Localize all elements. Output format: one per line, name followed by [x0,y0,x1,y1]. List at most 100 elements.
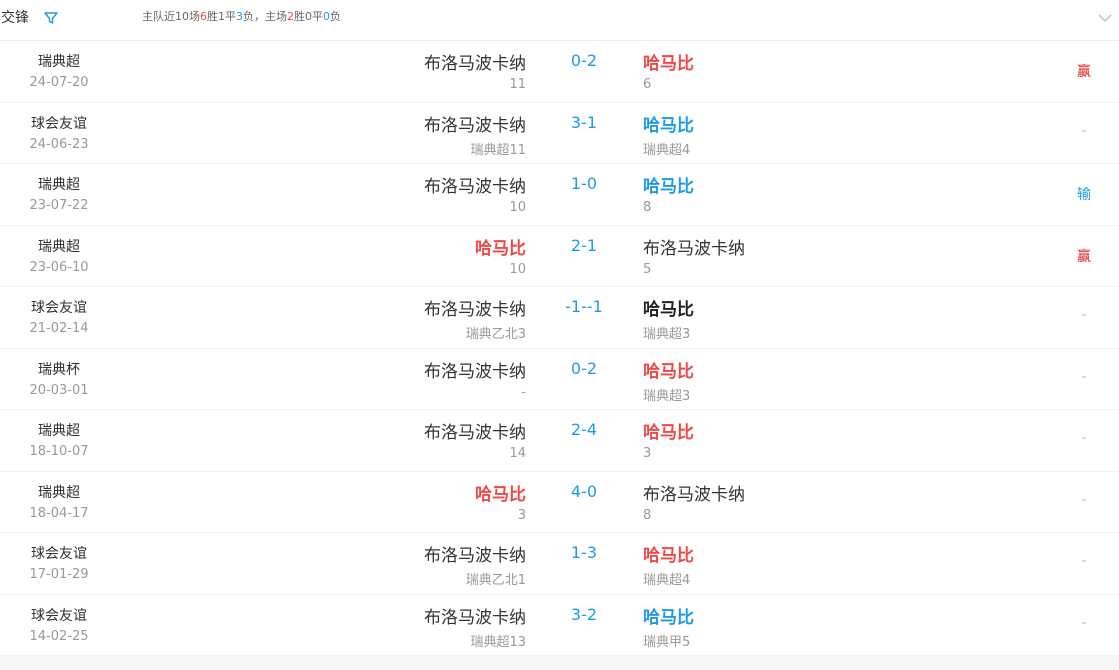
match-date: 20-03-01 [29,382,89,398]
away-team: 哈马比 [643,607,694,628]
losses-count: 3 [236,10,243,23]
league-label: 瑞典超 [38,238,80,255]
league-label: 瑞典杯 [38,361,80,378]
away-team-rank: 瑞典超4 [643,142,691,158]
match-row[interactable]: 瑞典超 23-06-10 哈马比 10 2-1 布洛马波卡纳 5 赢 [0,226,1119,287]
away-team-rank: 5 [643,261,652,277]
match-date: 18-04-17 [29,505,89,521]
match-row[interactable]: 瑞典超 18-04-17 哈马比 3 4-0 布洛马波卡纳 8 - [0,472,1119,533]
match-result: - [1081,553,1087,569]
away-team: 哈马比 [643,361,694,382]
match-row[interactable]: 瑞典超 23-07-22 布洛马波卡纳 10 1-0 哈马比 8 输 [0,164,1119,226]
home-team-rank: 14 [509,446,526,461]
match-result: - [1081,368,1087,385]
match-score: 1-3 [570,543,598,562]
away-team-rank: 瑞典超3 [643,388,691,404]
match-score: 4-0 [570,481,598,501]
match-score: 3-2 [570,604,598,624]
section-title: 交锋 [1,10,29,26]
match-result: 赢 [1077,248,1091,265]
filter-icon[interactable] [44,11,58,25]
league-label: 球会友谊 [31,546,87,562]
home-wins-count: 2 [287,10,294,23]
match-row[interactable]: 球会友谊 17-01-29 布洛马波卡纳瑞典乙北1 1-3 哈马比瑞典超4 - [0,533,1119,595]
home-team: 布洛马波卡纳 [424,546,526,566]
away-team-rank: 瑞典超3 [643,327,691,342]
match-row[interactable]: 球会友谊 14-02-25 布洛马波卡纳瑞典超13 3-2 哈马比瑞典甲5 - [0,595,1119,656]
match-date: 18-10-07 [29,444,89,459]
home-team-rank: 10 [509,200,526,215]
league-label: 球会友谊 [31,607,87,624]
draws-count: 1 [218,10,225,23]
home-team: 布洛马波卡纳 [424,54,526,74]
h2h-header: 交锋 主队近10场6胜1平3负，主场2胜0平0负 [0,0,1119,41]
away-team: 哈马比 [643,423,694,443]
home-team-rank: 10 [509,261,526,277]
away-team-rank: 瑞典超4 [643,573,691,588]
league-label: 瑞典超 [38,484,80,501]
match-date: 23-06-10 [29,259,89,275]
home-team: 布洛马波卡纳 [424,361,526,382]
home-team-rank: 瑞典乙北3 [465,327,526,342]
match-date: 24-06-23 [29,136,89,152]
home-draws-count: 0 [305,10,312,23]
match-row[interactable]: 球会友谊 24-06-23 布洛马波卡纳 瑞典超11 3-1 哈马比 瑞典超4 - [0,103,1119,164]
match-row[interactable]: 球会友谊 21-02-14 布洛马波卡纳 瑞典乙北3 -1--1 哈马比 瑞典超3 - [0,287,1119,349]
away-team-rank: 8 [643,507,652,523]
footer-bar [0,655,1119,670]
match-result: - [1081,307,1087,323]
home-team: 哈马比 [475,238,526,259]
match-row[interactable]: 瑞典超 24-07-20 布洛马波卡纳 11 0-2 哈马比 6 赢 [0,41,1119,103]
match-score: 0-2 [570,358,598,378]
away-team: 哈马比 [643,115,694,136]
match-result: - [1081,122,1087,139]
league-label: 瑞典超 [38,177,80,193]
match-date: 21-02-14 [29,321,89,336]
away-team-rank: 6 [643,77,652,92]
match-result: - [1081,491,1087,508]
home-team: 布洛马波卡纳 [424,423,526,443]
match-result: 输 [1077,187,1091,203]
away-team: 哈马比 [643,177,694,197]
match-score: 3-1 [570,112,598,132]
match-list: 瑞典超 24-07-20 布洛马波卡纳 11 0-2 哈马比 6 赢球会友谊 24-06-23 布… [0,41,1119,656]
match-row[interactable]: 瑞典超 18-10-07 布洛马波卡纳 14 2-4 哈马比 3 - [0,410,1119,472]
match-result: 赢 [1077,64,1091,80]
home-team: 布洛马波卡纳 [424,300,526,320]
match-row[interactable]: 瑞典杯 20-03-01 布洛马波卡纳 - 0-2 哈马比瑞典超3 - [0,349,1119,410]
away-team: 哈马比 [643,546,694,566]
away-team: 布洛马波卡纳 [643,238,745,259]
home-team-rank: 瑞典超13 [470,634,526,650]
away-team-rank: 瑞典甲5 [643,634,691,650]
wins-count: 6 [200,10,207,23]
match-result: - [1081,614,1087,631]
match-score: 1-0 [570,174,598,193]
away-team-rank: 8 [643,200,652,215]
home-losses-count: 0 [323,10,330,23]
home-team-rank: 11 [509,77,526,92]
home-team-rank: 瑞典乙北1 [465,573,526,588]
home-team: 布洛马波卡纳 [424,607,526,628]
league-label: 瑞典超 [38,423,80,439]
league-label: 球会友谊 [31,300,87,316]
home-team-rank: - [521,384,526,400]
home-team-rank: 瑞典超11 [470,142,526,158]
home-team: 布洛马波卡纳 [424,115,526,136]
chevron-down-icon[interactable] [1097,12,1113,24]
record-summary: 主队近10场6胜1平3负，主场2胜0平0负 [142,10,341,23]
match-date: 14-02-25 [29,628,89,644]
match-date: 23-07-22 [29,198,89,213]
match-date: 17-01-29 [29,567,89,582]
home-team: 布洛马波卡纳 [424,177,526,197]
home-team-rank: 3 [517,507,526,523]
match-score: 0-2 [570,51,598,70]
match-date: 24-07-20 [29,75,89,90]
league-label: 瑞典超 [38,54,80,70]
away-team: 哈马比 [643,300,694,320]
match-score: 2-1 [570,235,598,255]
away-team-rank: 3 [643,446,652,461]
match-result: - [1081,430,1087,446]
away-team: 布洛马波卡纳 [643,484,745,505]
away-team: 哈马比 [643,54,694,74]
home-team: 哈马比 [475,484,526,505]
